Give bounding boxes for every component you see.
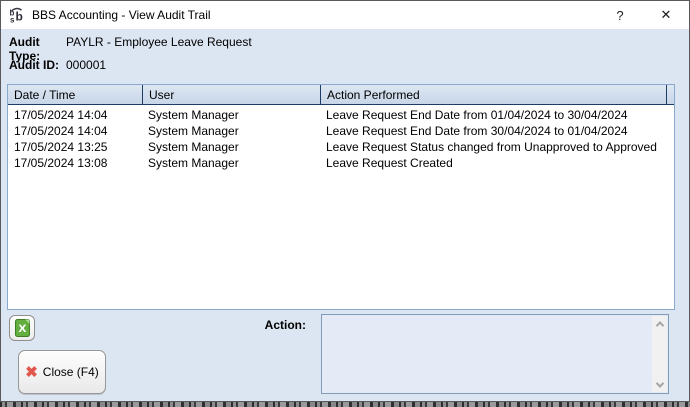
svg-text:s: s [10,16,15,24]
cell-user: System Manager [142,155,320,171]
column-header-date-time[interactable]: Date / Time [8,85,142,104]
export-to-excel-button[interactable] [9,315,35,341]
titlebar[interactable]: b s b BBS Accounting - View Audit Trail … [1,1,689,29]
audit-id-label: Audit ID: [9,58,66,72]
cell-action: Leave Request Status changed from Unappr… [320,139,666,155]
window-controls: ? ✕ [597,1,689,29]
cell-action: Leave Request End Date from 30/04/2024 t… [320,123,666,139]
audit-id-row: Audit ID: 000001 [9,58,106,72]
excel-export-icon [14,319,31,337]
close-button-label: Close (F4) [43,365,99,379]
table-row[interactable]: 17/05/2024 14:04 System Manager Leave Re… [8,123,674,139]
action-scrollbar[interactable] [652,316,667,392]
close-icon: ✕ [661,7,672,23]
table-row[interactable]: 17/05/2024 14:04 System Manager Leave Re… [8,107,674,123]
action-textbox[interactable] [321,314,669,394]
column-header-user[interactable]: User [142,85,320,104]
cell-datetime: 17/05/2024 14:04 [8,107,142,123]
cell-user: System Manager [142,107,320,123]
cell-user: System Manager [142,139,320,155]
svg-text:b: b [16,10,23,24]
close-f4-button[interactable]: ✖ Close (F4) [18,350,106,394]
cell-datetime: 17/05/2024 13:08 [8,155,142,171]
audit-id-value: 000001 [66,58,106,72]
app-logo-icon: b s b [9,7,25,23]
window-title: BBS Accounting - View Audit Trail [32,8,211,22]
column-header-spacer [666,85,674,104]
audit-trail-table: Date / Time User Action Performed 17/05/… [7,84,675,310]
table-row[interactable]: 17/05/2024 13:25 System Manager Leave Re… [8,139,674,155]
cell-action: Leave Request Created [320,155,666,171]
window-close-button[interactable]: ✕ [643,1,689,29]
scroll-down-button[interactable] [652,377,667,392]
column-header-action-performed[interactable]: Action Performed [320,85,666,104]
action-text-value [326,318,648,390]
chevron-up-icon [655,321,663,329]
cell-datetime: 17/05/2024 14:04 [8,123,142,139]
help-button[interactable]: ? [597,1,643,29]
table-body: 17/05/2024 14:04 System Manager Leave Re… [8,105,674,171]
audit-trail-dialog: b s b BBS Accounting - View Audit Trail … [0,0,690,402]
table-row[interactable]: 17/05/2024 13:08 System Manager Leave Re… [8,155,674,171]
chevron-down-icon [655,379,663,387]
cell-datetime: 17/05/2024 13:25 [8,139,142,155]
cell-action: Leave Request End Date from 01/04/2024 t… [320,107,666,123]
help-icon: ? [616,8,623,23]
action-label: Action: [226,318,306,332]
cell-user: System Manager [142,123,320,139]
background-window-sliver [0,402,690,407]
table-header: Date / Time User Action Performed [8,85,674,105]
scroll-up-button[interactable] [652,316,667,331]
red-cross-icon: ✖ [25,365,38,380]
